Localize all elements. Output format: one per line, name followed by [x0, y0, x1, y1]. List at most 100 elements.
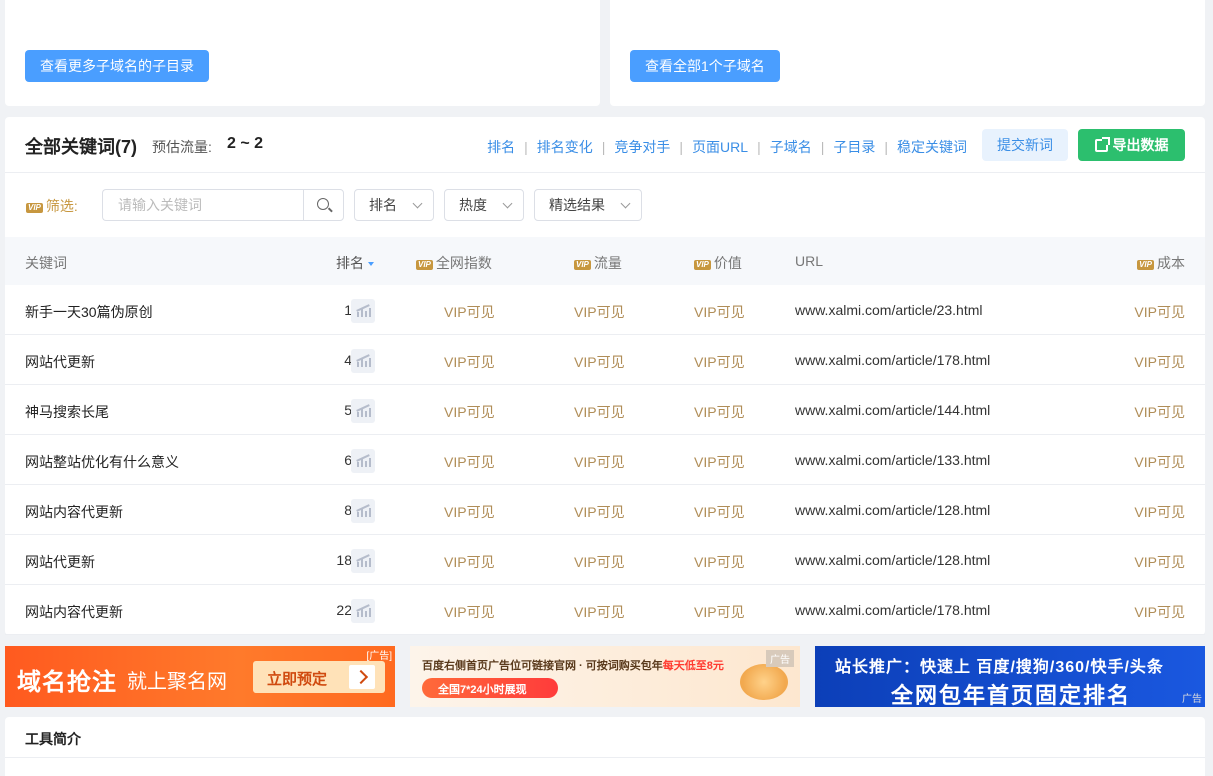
vip-badge-icon: VIP: [1137, 260, 1154, 270]
view-all-subdomains-button[interactable]: 查看全部1个子域名: [630, 50, 780, 82]
cost-cell: VIP可见: [1134, 604, 1185, 620]
ad1-cta-button[interactable]: 立即预定: [253, 661, 385, 693]
submit-new-keyword-button[interactable]: 提交新词: [982, 129, 1068, 161]
vip-badge-icon: VIP: [574, 260, 591, 270]
header-value: VIP 价值: [694, 253, 742, 273]
nav-link-rank-change[interactable]: 排名变化: [537, 137, 593, 157]
rank-filter-dropdown[interactable]: 排名: [354, 189, 434, 221]
heat-filter-dropdown[interactable]: 热度: [444, 189, 524, 221]
vip-badge-icon: VIP: [416, 260, 433, 270]
url-cell[interactable]: www.xalmi.com/article/23.html: [795, 302, 983, 318]
header-url: URL: [795, 253, 824, 269]
value-cell: VIP可见: [694, 504, 745, 520]
url-cell[interactable]: www.xalmi.com/article/128.html: [795, 552, 990, 568]
subdomain-directory-card: 查看更多子域名的子目录: [5, 0, 600, 106]
nav-separator: |: [820, 139, 825, 155]
rank-trend-icon[interactable]: [351, 549, 375, 573]
url-cell[interactable]: www.xalmi.com/article/128.html: [795, 502, 990, 518]
cost-cell: VIP可见: [1134, 504, 1185, 520]
url-cell[interactable]: www.xalmi.com/article/133.html: [795, 452, 990, 468]
header-value-label: 价值: [713, 255, 742, 271]
keyword-cell[interactable]: 网站整站优化有什么意义: [25, 452, 179, 472]
header-cost-label: 成本: [1157, 255, 1185, 271]
ad-banner-baidu[interactable]: 百度右侧首页广告位可链接官网 · 可按词购买包年每天低至8元 全国7*24小时展…: [410, 646, 800, 707]
rank-cell: 22: [336, 602, 352, 618]
export-icon: [1094, 137, 1110, 152]
header-rank[interactable]: 排名: [336, 253, 374, 273]
nav-link-competitors[interactable]: 竞争对手: [614, 137, 670, 157]
table-body: 新手一天30篇伪原创 1 VIP可见 VIP可见 VIP可见 www.xalmi.com/…: [5, 285, 1205, 635]
rank-cell: 18: [336, 552, 352, 568]
table-row: 网站代更新 4 VIP可见 VIP可见 VIP可见 www.xalmi.com/artic…: [5, 335, 1205, 385]
export-data-label: 导出数据: [1112, 137, 1169, 153]
keywords-header: 全部关键词(7) 预估流量: 2 ~ 2 排名 | 排名变化 | 竞争对手 | …: [5, 117, 1205, 173]
keyword-cell[interactable]: 网站内容代更新: [25, 602, 123, 622]
keyword-cell[interactable]: 网站内容代更新: [25, 502, 123, 522]
rank-trend-icon[interactable]: [351, 349, 375, 373]
ad-banner-promotion[interactable]: 站长推广：快速上 百度/搜狗/360/快手/头条 全网包年首页固定排名 广告: [815, 646, 1205, 707]
table-row: 神马搜索长尾 5 VIP可见 VIP可见 VIP可见 www.xalmi.com/arti…: [5, 385, 1205, 435]
nav-separator: |: [884, 139, 888, 155]
chevron-down-icon: [412, 198, 423, 209]
rank-trend-icon[interactable]: [351, 399, 375, 423]
table-row: 网站整站优化有什么意义 6 VIP可见 VIP可见 VIP可见 www.xalmi.com…: [5, 435, 1205, 485]
header-index: VIP 全网指数: [416, 253, 492, 273]
url-cell[interactable]: www.xalmi.com/article/178.html: [795, 352, 990, 368]
traffic-cell: VIP可见: [574, 304, 625, 320]
keywords-title: 全部关键词(7): [25, 137, 137, 157]
rank-filter-label: 排名: [369, 197, 397, 213]
subdomain-list-card: 查看全部1个子域名: [610, 0, 1205, 106]
url-cell[interactable]: www.xalmi.com/article/144.html: [795, 402, 990, 418]
view-more-subdirectories-button[interactable]: 查看更多子域名的子目录: [25, 50, 209, 82]
heat-filter-label: 热度: [459, 197, 487, 213]
url-cell[interactable]: www.xalmi.com/article/178.html: [795, 602, 990, 618]
estimated-traffic-label: 预估流量:: [152, 139, 212, 155]
traffic-cell: VIP可见: [574, 554, 625, 570]
traffic-cell: VIP可见: [574, 454, 625, 470]
nav-separator: |: [524, 139, 528, 155]
nav-link-subdomain[interactable]: 子域名: [770, 137, 812, 157]
rank-trend-icon[interactable]: [351, 599, 375, 623]
ad2-decoration-image: [740, 664, 788, 700]
table-row: 网站内容代更新 8 VIP可见 VIP可见 VIP可见 www.xalmi.com/art…: [5, 485, 1205, 535]
ad2-headline: 百度右侧首页广告位可链接官网 · 可按词购买包年每天低至8元: [422, 657, 724, 673]
value-cell: VIP可见: [694, 354, 745, 370]
tool-intro-title: 工具简介: [25, 731, 81, 747]
cost-cell: VIP可见: [1134, 554, 1185, 570]
table-row: 网站内容代更新 22 VIP可见 VIP可见 VIP可见 www.xalmi.com/ar…: [5, 585, 1205, 635]
keyword-cell[interactable]: 网站代更新: [25, 552, 95, 572]
nav-link-stable-keywords[interactable]: 稳定关键词: [897, 137, 967, 157]
ad1-tag: [广告]: [366, 651, 392, 662]
featured-filter-label: 精选结果: [549, 197, 605, 213]
nav-link-page-url[interactable]: 页面URL: [692, 137, 748, 157]
rank-trend-icon[interactable]: [351, 499, 375, 523]
keyword-search-input[interactable]: [102, 189, 304, 221]
value-cell: VIP可见: [694, 604, 745, 620]
ad3-line1: 站长推广：快速上 百度/搜狗/360/快手/头条: [835, 659, 1164, 676]
traffic-cell: VIP可见: [574, 354, 625, 370]
keywords-table: 关键词 排名 VIP 全网指数 VIP 流量 VIP 价值 URL VIP 成本 新手一…: [5, 237, 1205, 635]
divider: [5, 757, 1205, 758]
keyword-cell[interactable]: 网站代更新: [25, 352, 95, 372]
rank-trend-icon[interactable]: [351, 449, 375, 473]
keywords-card: 全部关键词(7) 预估流量: 2 ~ 2 排名 | 排名变化 | 竞争对手 | …: [5, 117, 1205, 635]
traffic-cell: VIP可见: [574, 604, 625, 620]
keyword-cell[interactable]: 神马搜索长尾: [25, 402, 109, 422]
featured-filter-dropdown[interactable]: 精选结果: [534, 189, 642, 221]
filter-row: VIP筛选: 排名 热度 精选结果: [5, 173, 1205, 237]
traffic-cell: VIP可见: [574, 504, 625, 520]
rank-trend-icon[interactable]: [351, 299, 375, 323]
nav-link-subdirectory[interactable]: 子目录: [833, 137, 875, 157]
search-button[interactable]: [303, 189, 344, 221]
keyword-cell[interactable]: 新手一天30篇伪原创: [25, 302, 153, 322]
cost-cell: VIP可见: [1134, 354, 1185, 370]
export-data-button[interactable]: 导出数据: [1078, 129, 1185, 161]
ad-banner-domain[interactable]: 域名抢注 就上聚名网 立即预定 [广告]: [5, 646, 395, 707]
table-header: 关键词 排名 VIP 全网指数 VIP 流量 VIP 价值 URL VIP 成本: [5, 237, 1205, 285]
nav-link-rank[interactable]: 排名: [487, 137, 515, 157]
vip-badge-icon: VIP: [26, 203, 43, 213]
ad2-pill-text: 全国7*24小时展现: [438, 684, 527, 696]
vip-badge-icon: VIP: [694, 260, 711, 270]
value-cell: VIP可见: [694, 404, 745, 420]
ad2-headline-text: 百度右侧首页广告位可链接官网 · 可按词购买包年: [422, 660, 663, 672]
